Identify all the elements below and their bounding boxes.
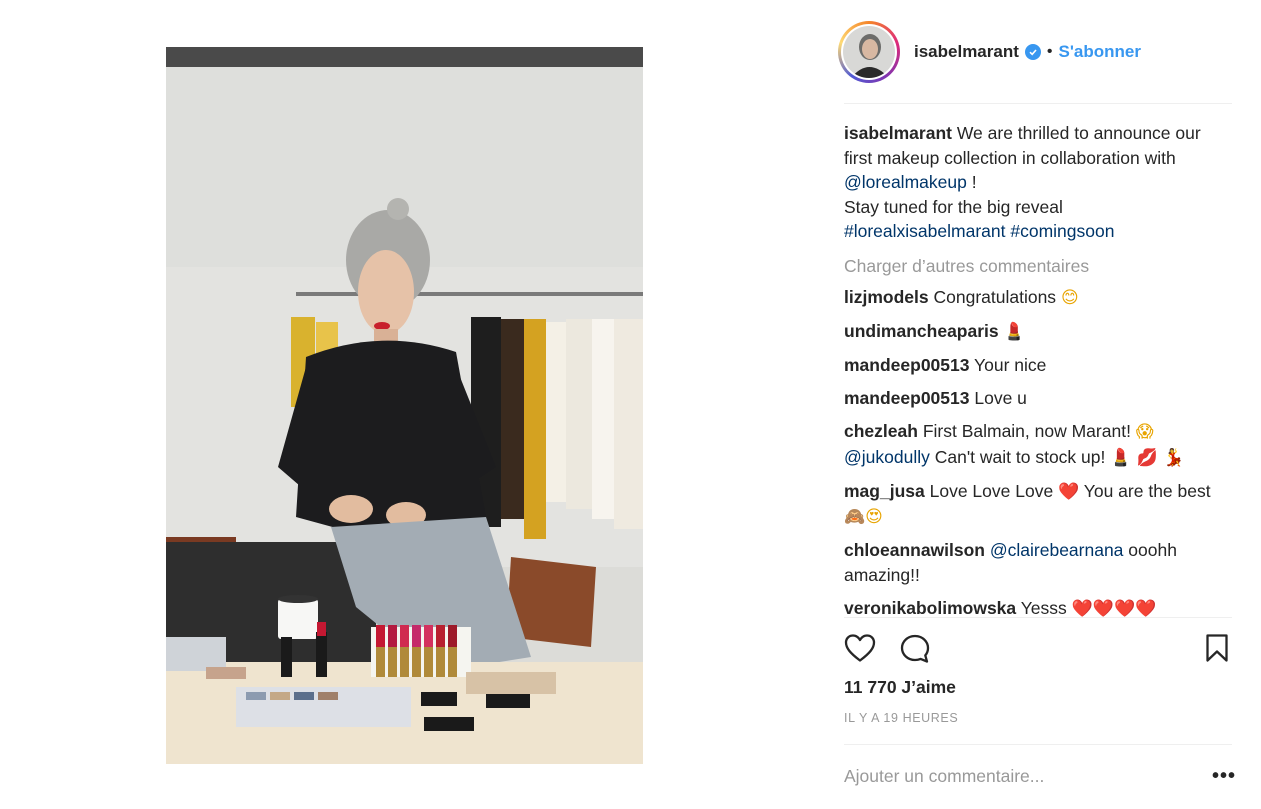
add-comment-input[interactable]: [844, 763, 1184, 789]
caption-username[interactable]: isabelmarant: [844, 123, 952, 143]
likes-count[interactable]: 11 770 J’aime: [844, 677, 956, 698]
follow-button[interactable]: S'abonner: [1059, 42, 1141, 62]
story-ring[interactable]: [838, 21, 900, 83]
screaming-face-emoji-icon: 😱: [1135, 422, 1154, 442]
comment-item: undimancheaparis 💄: [844, 319, 1232, 345]
post-actions-bar: [844, 633, 1232, 665]
comment-username[interactable]: veronikabolimowska: [844, 598, 1016, 618]
post-caption: isabelmarant We are thrilled to announce…: [844, 121, 1232, 244]
post-sidebar: isabelmarant • S'abonner isabelmarant We…: [838, 0, 1235, 809]
lipstick-kiss-dancer-emoji-icon: 💄 💋 💃: [1110, 447, 1185, 468]
comment-item: mandeep00513 Love u: [844, 386, 1232, 411]
comment-mention[interactable]: @jukodully: [844, 447, 930, 467]
comment-item: chezleah First Balmain, now Marant! 😱 @j…: [844, 419, 1232, 470]
comment-username[interactable]: mandeep00513: [844, 388, 970, 408]
divider: [844, 617, 1232, 618]
more-options-icon[interactable]: •••: [1212, 766, 1236, 786]
comments-section: isabelmarant We are thrilled to announce…: [844, 121, 1232, 630]
comment-text: First Balmain, now Marant!: [922, 421, 1131, 441]
heart-icon[interactable]: [844, 633, 876, 663]
comment-text: Love u: [974, 388, 1027, 408]
caption-hashtag[interactable]: #comingsoon: [1010, 221, 1114, 241]
post-author-username[interactable]: isabelmarant: [914, 42, 1019, 62]
comment-username[interactable]: chloeannawilson: [844, 540, 985, 560]
comment-username[interactable]: chezleah: [844, 421, 918, 441]
comment-username[interactable]: lizjmodels: [844, 287, 929, 307]
caption-mention[interactable]: @lorealmakeup: [844, 172, 967, 192]
lipstick-emoji-icon: 💄: [1003, 322, 1025, 342]
comment-text: You are the best: [1083, 480, 1211, 501]
red-heart-emoji-icon: ❤️: [1058, 481, 1080, 502]
separator-dot: •: [1046, 43, 1053, 60]
red-hearts-emoji-icon: ❤️❤️❤️❤️: [1071, 598, 1157, 619]
comment-text: Your nice: [974, 355, 1047, 375]
post-photo[interactable]: [166, 47, 643, 764]
monkey-heart-eyes-emoji-icon: 🙈😍: [844, 507, 883, 527]
comment-item: mag_jusa Love Love Love ❤️ You are the b…: [844, 479, 1232, 530]
comment-text: Love Love Love: [929, 480, 1054, 501]
comment-username[interactable]: mandeep00513: [844, 355, 970, 375]
post-header: isabelmarant • S'abonner: [838, 16, 1141, 88]
verified-badge-icon: [1024, 44, 1041, 60]
caption-hashtag[interactable]: #lorealxisabelmarant: [844, 221, 1005, 241]
comment-item: chloeannawilson @clairebearnana ooohh am…: [844, 538, 1232, 587]
comment-username[interactable]: mag_jusa: [844, 481, 925, 501]
comment-text: Can't wait to stock up!: [934, 446, 1106, 467]
caption-text-line2: Stay tuned for the big reveal: [844, 196, 1063, 217]
post-timestamp[interactable]: IL Y A 19 HEURES: [844, 711, 958, 725]
smiling-face-emoji-icon: 😊: [1060, 288, 1079, 308]
divider: [844, 744, 1232, 745]
bookmark-icon[interactable]: [1205, 633, 1229, 663]
comment-item: lizjmodels Congratulations 😊: [844, 285, 1232, 311]
comment-bubble-icon[interactable]: [899, 633, 931, 665]
avatar[interactable]: [841, 24, 897, 80]
comment-item: mandeep00513 Your nice: [844, 353, 1232, 378]
load-more-comments-button[interactable]: Charger d’autres commentaires: [844, 254, 1232, 279]
comment-text: Yesss: [1020, 597, 1067, 618]
comment-mention[interactable]: @clairebearnana: [990, 540, 1124, 560]
comment-username[interactable]: undimancheaparis: [844, 321, 999, 341]
comment-text: Congratulations: [933, 287, 1057, 307]
caption-exclamation: !: [971, 172, 977, 192]
divider: [844, 103, 1232, 104]
